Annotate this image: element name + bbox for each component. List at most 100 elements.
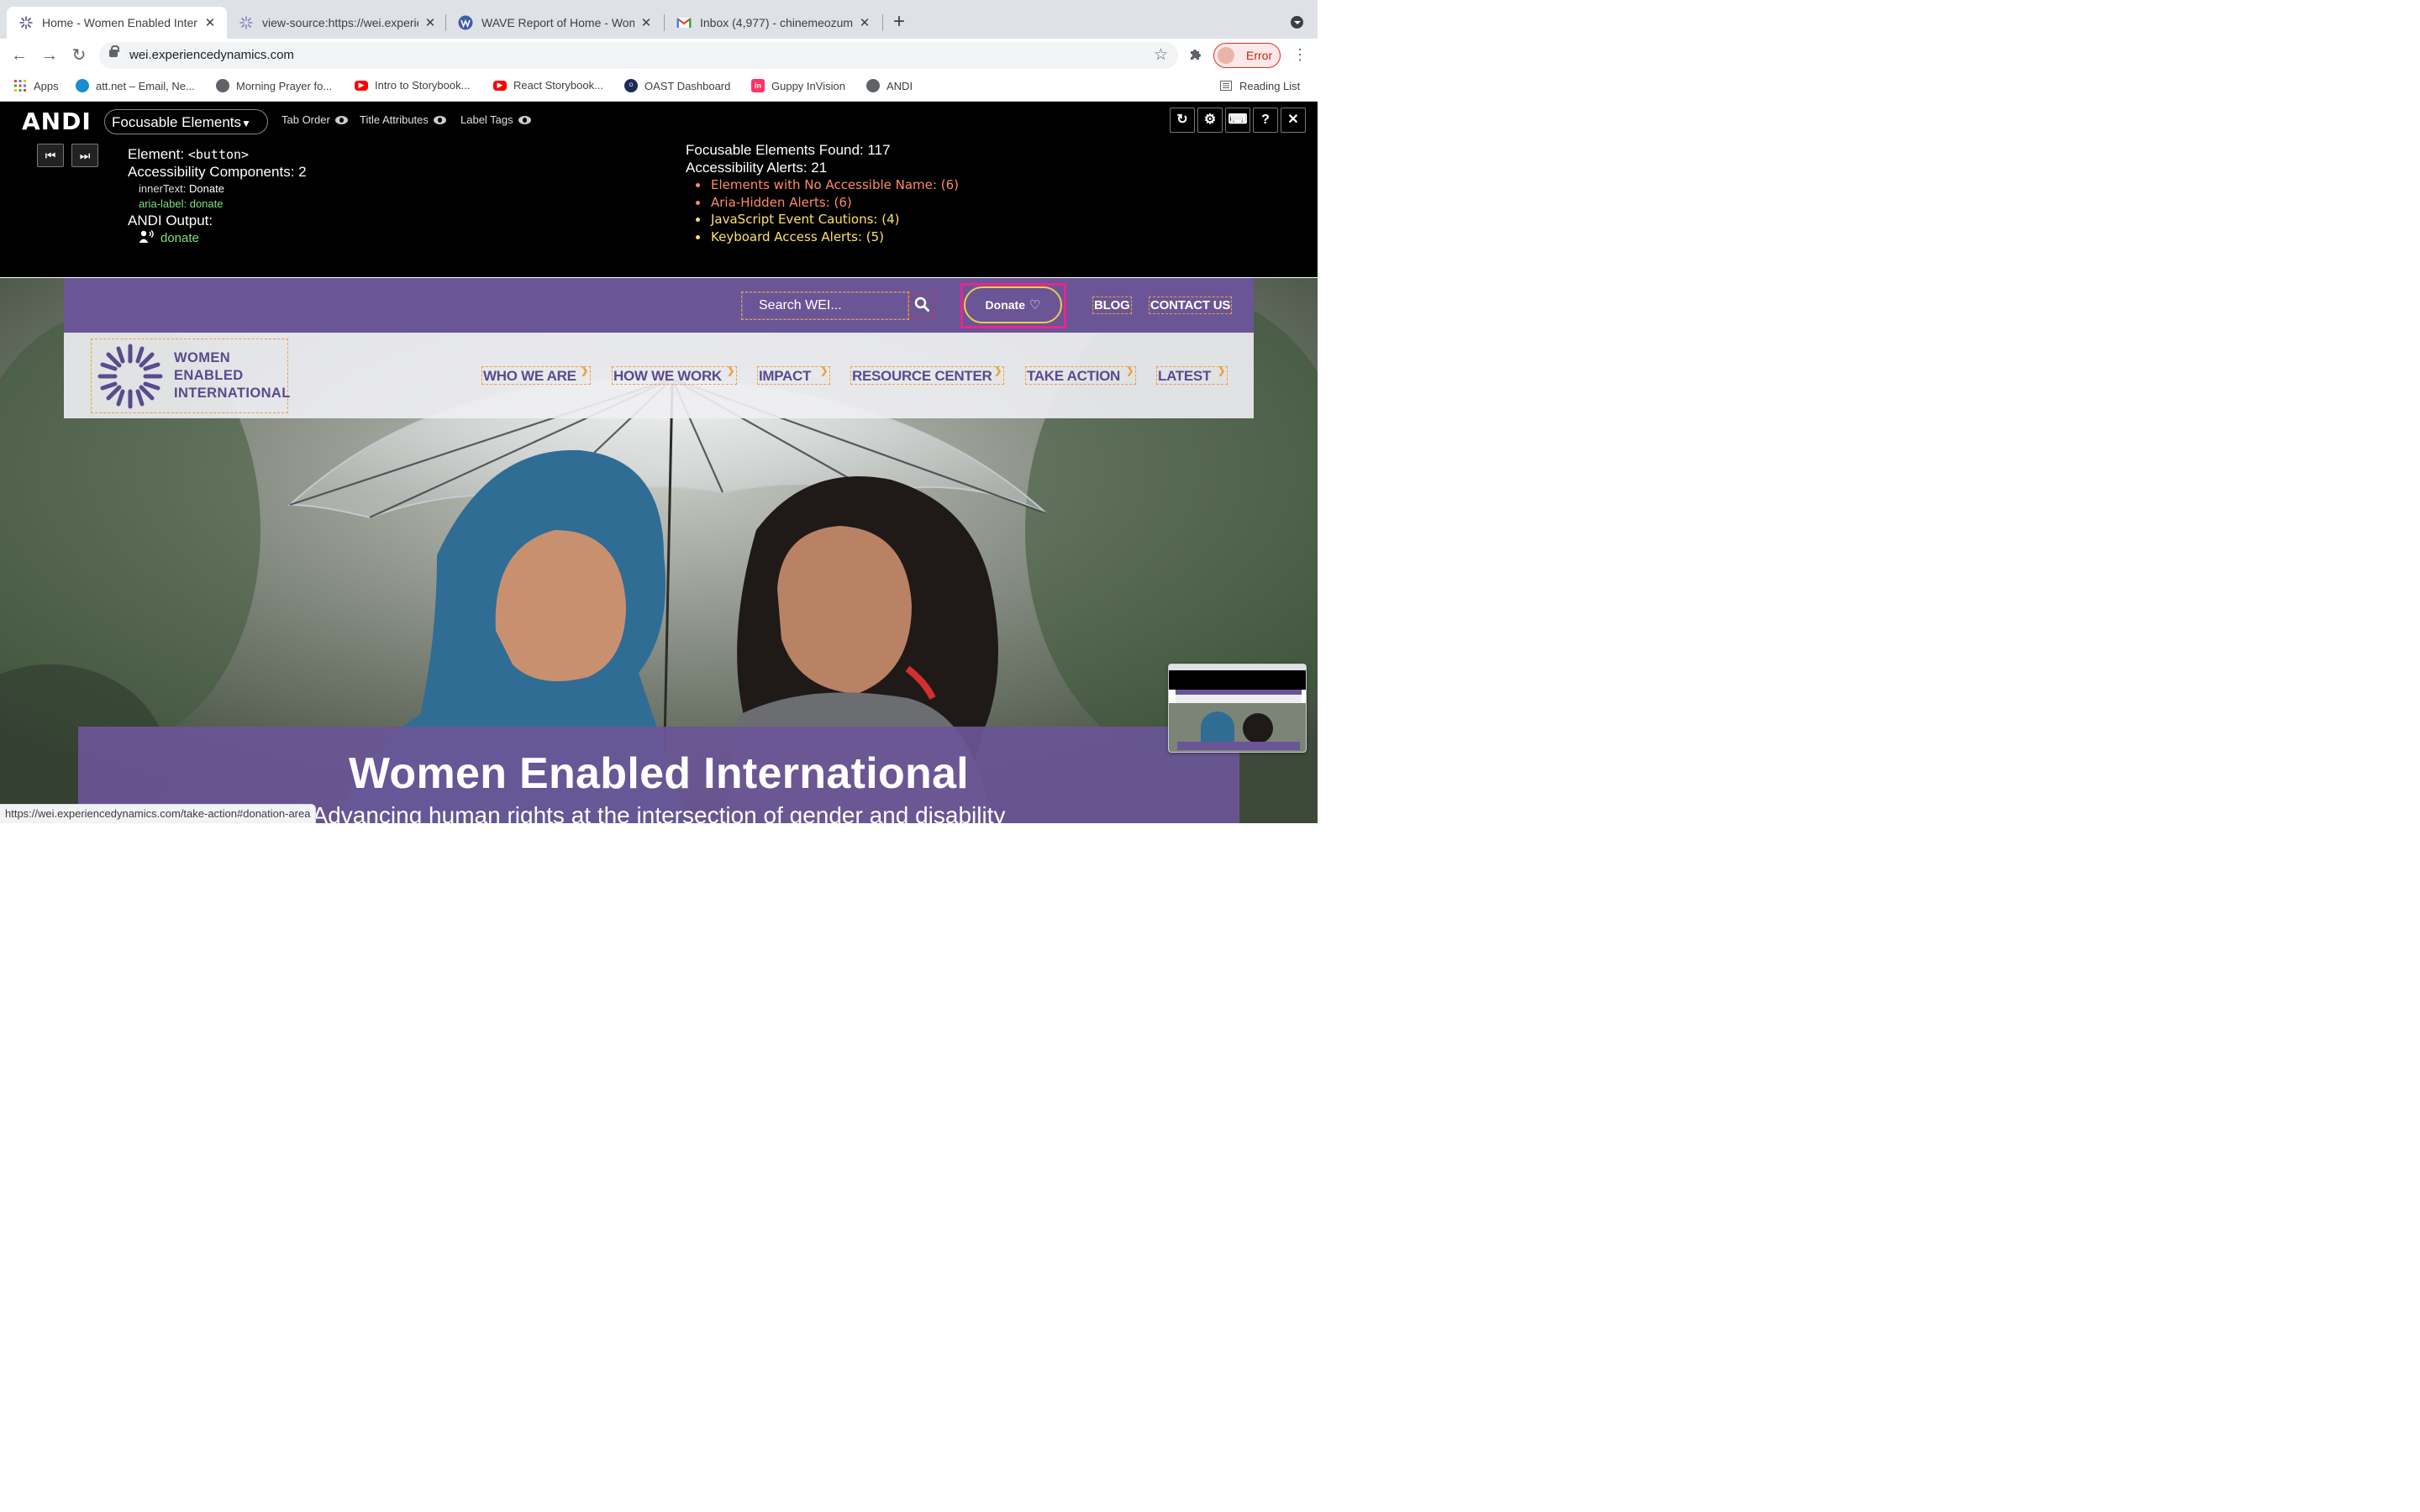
speaker-person-icon bbox=[139, 230, 155, 246]
nav-who-we-are[interactable]: WHO WE ARE ❯ bbox=[481, 366, 591, 385]
toggle-label: Tab Order bbox=[281, 113, 330, 126]
search-input[interactable]: Search WEI... bbox=[741, 291, 909, 320]
logo-line: INTERNATIONAL bbox=[174, 386, 291, 401]
wave-icon bbox=[458, 15, 473, 30]
reload-icon[interactable]: ↻ bbox=[69, 45, 89, 66]
new-tab-icon[interactable]: + bbox=[893, 12, 905, 32]
donate-button[interactable]: Donate ♡ bbox=[964, 286, 1062, 323]
reading-list-label: Reading List bbox=[1239, 79, 1301, 92]
toggle-label: Label Tags bbox=[460, 113, 513, 126]
andi-aria-label-row: aria-label: donate bbox=[139, 197, 223, 210]
andi-found-count: Focusable Elements Found: 117 bbox=[686, 142, 891, 158]
more-menu-icon[interactable]: ⋮ bbox=[1292, 46, 1307, 64]
andi-refresh-icon[interactable]: ↻ bbox=[1170, 108, 1195, 133]
andi-settings-gear-icon[interactable]: ⚙ bbox=[1197, 108, 1223, 133]
reading-list-icon bbox=[1219, 79, 1233, 92]
bookmark-guppy-invision[interactable]: in Guppy InVision bbox=[751, 79, 845, 92]
bookmark-intro-storybook[interactable]: ▶ Intro to Storybook... bbox=[355, 79, 470, 92]
close-icon[interactable]: ✕ bbox=[424, 15, 437, 30]
nav-how-we-work[interactable]: HOW WE WORK ❯ bbox=[612, 366, 737, 385]
tab-gmail-inbox[interactable]: Inbox (4,977) - chinemeozumb ✕ bbox=[665, 7, 881, 39]
contact-us-link[interactable]: CONTACT US bbox=[1149, 297, 1233, 314]
url-text[interactable]: wei.experiencedynamics.com bbox=[129, 48, 294, 62]
nav-label: TAKE ACTION bbox=[1027, 368, 1120, 384]
forward-arrow-icon[interactable]: → bbox=[39, 45, 60, 66]
bookmark-label: ANDI bbox=[886, 79, 913, 92]
andi-next-element-icon[interactable]: ⏭ bbox=[71, 144, 98, 167]
alert-aria-hidden[interactable]: Aria-Hidden Alerts: (6) bbox=[694, 194, 959, 212]
nav-resource-center[interactable]: RESOURCE CENTER ❯ bbox=[850, 366, 1004, 385]
nav-label: IMPACT bbox=[759, 368, 812, 384]
chevron-down-icon: ❯ bbox=[581, 366, 588, 376]
title-attributes-toggle[interactable]: Title Attributes bbox=[360, 113, 446, 126]
tab-view-source[interactable]: view-source:https://wei.experie ✕ bbox=[227, 7, 447, 39]
web-page: Search WEI... Donate ♡ BLOG CONTACT US W… bbox=[0, 278, 1318, 823]
nav-impact[interactable]: IMPACT ❯ bbox=[757, 366, 830, 385]
andi-mode-label: Focusable Elements bbox=[112, 114, 242, 130]
blog-link[interactable]: BLOG bbox=[1092, 297, 1132, 314]
search-button[interactable] bbox=[909, 293, 934, 318]
site-utility-bar: Search WEI... Donate ♡ BLOG CONTACT US bbox=[64, 278, 1254, 333]
nav-label: LATEST bbox=[1158, 368, 1212, 384]
andi-close-icon[interactable]: ✕ bbox=[1281, 108, 1306, 133]
aria-label-label: aria-label: bbox=[139, 197, 187, 210]
chevron-down-icon: ❯ bbox=[1126, 366, 1134, 376]
bookmark-star-icon[interactable]: ☆ bbox=[1154, 45, 1168, 65]
bookmark-oast-dashboard[interactable]: O OAST Dashboard bbox=[624, 79, 730, 92]
screenshot-thumbnail[interactable] bbox=[1168, 664, 1307, 753]
extensions-puzzle-icon[interactable] bbox=[1188, 47, 1203, 66]
att-icon bbox=[76, 79, 89, 92]
address-bar[interactable]: wei.experiencedynamics.com ☆ bbox=[99, 42, 1178, 69]
tab-title: view-source:https://wei.experie bbox=[262, 16, 418, 29]
bookmark-label: Morning Prayer fo... bbox=[236, 79, 333, 92]
wei-logo-link[interactable]: WOMEN ENABLED INTERNATIONAL bbox=[91, 339, 291, 413]
wei-sunburst-icon bbox=[18, 15, 34, 30]
tab-home[interactable]: Home - Women Enabled Intern ✕ bbox=[7, 7, 227, 39]
andi-help-icon[interactable]: ? bbox=[1253, 108, 1278, 133]
bookmark-morning-prayer[interactable]: Morning Prayer fo... bbox=[216, 79, 332, 92]
bookmarks-bar: Apps att.net – Email, Ne... Morning Pray… bbox=[0, 72, 1318, 102]
alert-javascript-event-cautions[interactable]: JavaScript Event Cautions: (4) bbox=[694, 211, 959, 228]
search-icon bbox=[914, 297, 929, 316]
nav-latest[interactable]: LATEST ❯ bbox=[1156, 366, 1228, 385]
andi-keyboard-icon[interactable]: ⌨ bbox=[1225, 108, 1250, 133]
andi-output-row: donate bbox=[139, 230, 199, 246]
andi-inner-text-row: innerText: Donate bbox=[139, 182, 224, 195]
label-tags-toggle[interactable]: Label Tags bbox=[460, 113, 531, 126]
bookmark-att[interactable]: att.net – Email, Ne... bbox=[76, 79, 195, 92]
youtube-icon: ▶ bbox=[493, 80, 507, 91]
andi-mode-select[interactable]: Focusable Elements▼ bbox=[104, 109, 268, 134]
tab-title: Home - Women Enabled Intern bbox=[42, 16, 198, 29]
tab-wave-report[interactable]: WAVE Report of Home - Wome ✕ bbox=[446, 7, 663, 39]
bookmark-apps[interactable]: Apps bbox=[13, 79, 59, 92]
close-icon[interactable]: ✕ bbox=[639, 15, 653, 30]
chevron-down-icon: ❯ bbox=[994, 366, 1002, 376]
chevron-down-icon: ❯ bbox=[727, 366, 734, 376]
andi-previous-element-icon[interactable]: ⏮ bbox=[37, 144, 64, 167]
tab-title: Inbox (4,977) - chinemeozumb bbox=[700, 16, 853, 29]
wei-logo-text: WOMEN ENABLED INTERNATIONAL bbox=[174, 349, 291, 402]
bookmark-andi[interactable]: ANDI bbox=[866, 79, 913, 92]
alert-no-accessible-name[interactable]: Elements with No Accessible Name: (6) bbox=[694, 176, 959, 194]
browser-toolbar: ← → ↻ wei.experiencedynamics.com ☆ Error… bbox=[0, 39, 1318, 72]
nav-take-action[interactable]: TAKE ACTION ❯ bbox=[1025, 366, 1136, 385]
nav-label: RESOURCE CENTER bbox=[852, 368, 992, 384]
youtube-icon: ▶ bbox=[355, 80, 368, 91]
nav-label: HOW WE WORK bbox=[613, 368, 722, 384]
profile-error-button[interactable]: Error bbox=[1213, 43, 1281, 68]
bookmark-react-storybook[interactable]: ▶ React Storybook... bbox=[493, 79, 603, 92]
logo-line: ENABLED bbox=[174, 368, 244, 383]
back-arrow-icon[interactable]: ← bbox=[9, 45, 29, 66]
close-icon[interactable]: ✕ bbox=[858, 15, 871, 30]
tab-search-icon[interactable] bbox=[1291, 16, 1303, 29]
hero-title: Women Enabled International bbox=[348, 749, 970, 798]
alert-keyboard-access[interactable]: Keyboard Access Alerts: (5) bbox=[694, 228, 959, 246]
thumb-figure-right bbox=[1243, 713, 1273, 743]
element-tag: <button> bbox=[187, 147, 250, 162]
close-icon[interactable]: ✕ bbox=[203, 15, 217, 30]
tab-order-toggle[interactable]: Tab Order bbox=[281, 113, 348, 126]
reading-list[interactable]: Reading List bbox=[1219, 79, 1300, 92]
inner-text-label: innerText: bbox=[139, 182, 187, 195]
caret-down-icon: ▼ bbox=[241, 118, 251, 129]
tab-divider bbox=[882, 14, 883, 31]
